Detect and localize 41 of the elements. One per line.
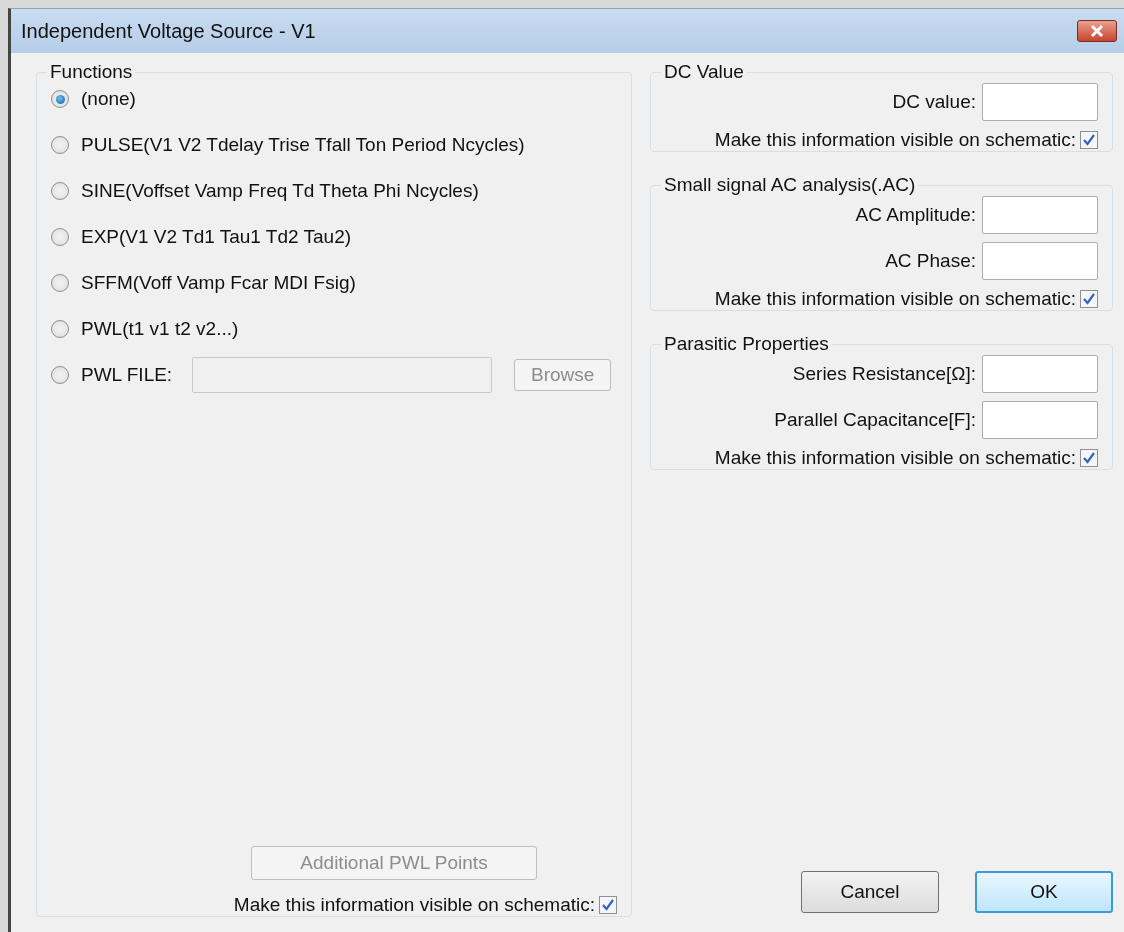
close-icon <box>1089 24 1105 38</box>
close-button[interactable] <box>1077 20 1117 42</box>
group-title: Small signal AC analysis(.AC) <box>663 174 917 196</box>
checkbox-label: Make this information visible on schematic: <box>714 447 1076 469</box>
checkbox[interactable] <box>599 896 617 914</box>
checkbox-label: Make this information visible on schematic: <box>233 894 595 916</box>
checkbox-label: Make this information visible on schematic: <box>714 288 1076 310</box>
group-title: DC Value <box>663 61 745 83</box>
checkbox[interactable] <box>1080 290 1098 308</box>
field-label: Parallel Capacitance[F]: <box>774 409 976 431</box>
radio-button[interactable] <box>51 90 69 108</box>
radio-button[interactable] <box>51 320 69 338</box>
ok-button[interactable]: OK <box>975 871 1113 913</box>
input-field[interactable] <box>982 196 1098 234</box>
group-title: Functions <box>49 61 134 83</box>
field-label: AC Phase: <box>885 250 976 272</box>
field-label: DC value: <box>892 91 976 113</box>
checkbox-label: Make this information visible on schematic: <box>714 129 1076 151</box>
radio-button[interactable] <box>51 366 69 384</box>
checkbox[interactable] <box>1080 131 1098 149</box>
cancel-button[interactable]: Cancel <box>801 871 939 913</box>
input-field[interactable] <box>982 242 1098 280</box>
option-label: SFFM(Voff Vamp Fcar MDI Fsig) <box>81 272 356 294</box>
checkbox[interactable] <box>1080 449 1098 467</box>
input-field[interactable] <box>982 401 1098 439</box>
field-label: AC Amplitude: <box>855 204 976 226</box>
option-label: PWL FILE: <box>81 364 173 386</box>
option-label: EXP(V1 V2 Td1 Tau1 Td2 Tau2) <box>81 226 352 248</box>
option-label: PULSE(V1 V2 Tdelay Trise Tfall Ton Period Ncycles) <box>81 134 525 156</box>
option-label: PWL(t1 v1 t2 v2...) <box>81 318 239 340</box>
input-field[interactable] <box>982 83 1098 121</box>
option-label: SINE(Voffset Vamp Freq Td Theta Phi Ncycles) <box>81 180 479 202</box>
option-label: (none) <box>81 88 136 110</box>
input-field[interactable] <box>982 355 1098 393</box>
radio-button[interactable] <box>51 136 69 154</box>
group-title: Parasitic Properties <box>663 333 830 355</box>
field-label: Series Resistance[Ω]: <box>792 363 976 385</box>
window-title: Independent Voltage Source - V1 <box>21 19 316 43</box>
radio-button[interactable] <box>51 228 69 246</box>
radio-button[interactable] <box>51 274 69 292</box>
radio-button[interactable] <box>51 182 69 200</box>
